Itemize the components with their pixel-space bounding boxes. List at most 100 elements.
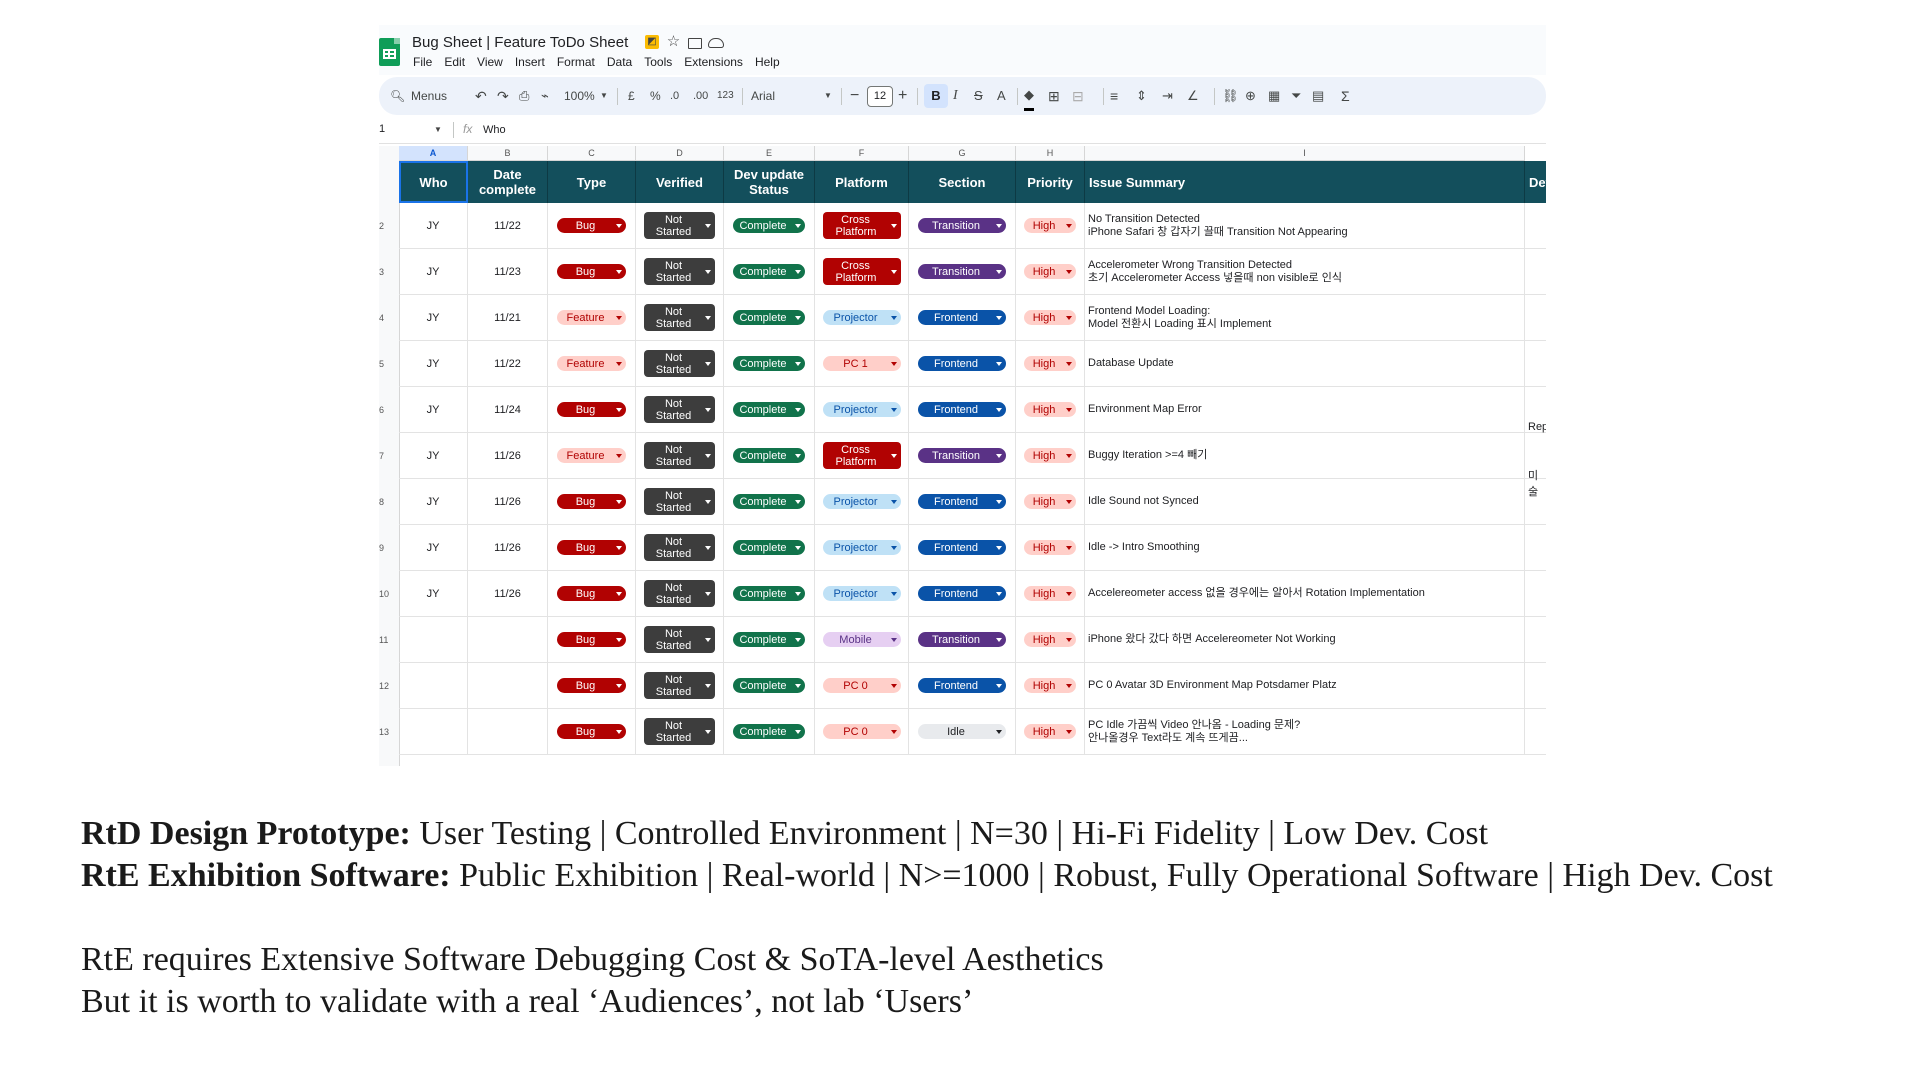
verified-chip[interactable]: Not Started <box>644 718 715 745</box>
platform-chip[interactable]: Projector <box>822 402 901 417</box>
type-chip[interactable]: Feature <box>557 356 626 371</box>
fill-color-icon[interactable]: ◆ <box>1024 82 1034 111</box>
zoom-dropdown-icon[interactable]: ▼ <box>600 77 608 115</box>
menu-insert[interactable]: Insert <box>515 55 545 69</box>
type-chip[interactable]: Bug <box>557 402 626 417</box>
increase-font-size-icon[interactable]: + <box>898 77 907 115</box>
text-rotation-icon[interactable]: ∠ <box>1187 77 1199 115</box>
font-dropdown-icon[interactable]: ▼ <box>824 77 832 115</box>
verified-chip[interactable]: Not Started <box>644 212 715 239</box>
cell-issue-summary[interactable]: Environment Map Error <box>1085 387 1525 432</box>
font-size-input[interactable]: 12 <box>867 86 893 107</box>
column-header-i[interactable]: I <box>1085 146 1525 161</box>
cell-details[interactable] <box>1525 663 1546 708</box>
cell-date-complete[interactable]: 11/23 <box>468 249 548 294</box>
cell-who[interactable]: JY <box>399 203 468 248</box>
header-dev-update-status[interactable]: Dev update Status <box>724 161 815 203</box>
cell-issue-summary[interactable]: iPhone 왔다 갔다 하면 Accelereometer Not Worki… <box>1085 617 1525 662</box>
cell-who[interactable]: JY <box>399 571 468 616</box>
star-icon[interactable]: ☆ <box>665 33 682 50</box>
filter-icon[interactable]: ⏷ <box>1291 77 1301 115</box>
verified-chip[interactable]: Not Started <box>644 672 715 699</box>
priority-chip[interactable]: High <box>1024 402 1076 417</box>
cell-date-complete[interactable]: 11/26 <box>468 571 548 616</box>
search-menus-button[interactable]: Menus <box>411 77 447 115</box>
platform-chip[interactable]: Projector <box>822 586 901 601</box>
header-section[interactable]: Section <box>909 161 1016 203</box>
section-chip[interactable]: Frontend <box>918 678 1006 693</box>
cell-who[interactable] <box>399 709 468 754</box>
platform-chip[interactable]: PC 1 <box>822 356 901 371</box>
priority-chip[interactable]: High <box>1024 448 1076 463</box>
text-wrapping-icon[interactable]: ⇥ <box>1162 77 1173 115</box>
dev-status-chip[interactable]: Complete <box>733 218 805 233</box>
increase-decimal-button[interactable]: .00 <box>693 77 708 115</box>
row-number[interactable]: 4 <box>379 313 393 323</box>
cell-issue-summary[interactable]: Idle Sound not Synced <box>1085 479 1525 524</box>
section-chip[interactable]: Frontend <box>918 586 1006 601</box>
column-header-f[interactable]: F <box>815 146 909 161</box>
row-number[interactable]: 6 <box>379 405 393 415</box>
row-number[interactable]: 10 <box>379 589 393 599</box>
platform-chip[interactable]: Mobile <box>822 632 901 647</box>
cell-issue-summary[interactable]: Idle -> Intro Smoothing <box>1085 525 1525 570</box>
priority-chip[interactable]: High <box>1024 310 1076 325</box>
type-chip[interactable]: Bug <box>557 218 626 233</box>
menu-view[interactable]: View <box>477 55 503 69</box>
header-verified[interactable]: Verified <box>636 161 724 203</box>
undo-icon[interactable]: ↶ <box>475 77 487 115</box>
verified-chip[interactable]: Not Started <box>644 396 715 423</box>
type-chip[interactable]: Bug <box>557 678 626 693</box>
platform-chip[interactable]: PC 0 <box>822 678 901 693</box>
cell-date-complete[interactable] <box>468 617 548 662</box>
menu-edit[interactable]: Edit <box>444 55 465 69</box>
cell-who[interactable]: JY <box>399 249 468 294</box>
column-header-e[interactable]: E <box>724 146 815 161</box>
sheets-logo-icon[interactable] <box>379 38 400 66</box>
print-icon[interactable]: ⎙ <box>519 77 529 115</box>
cell-details[interactable] <box>1525 571 1546 616</box>
row-number[interactable]: 12 <box>379 681 393 691</box>
cell-issue-summary[interactable]: No Transition Detected iPhone Safari 창 갑자… <box>1085 203 1525 248</box>
menu-data[interactable]: Data <box>607 55 632 69</box>
dev-status-chip[interactable]: Complete <box>733 494 805 509</box>
name-box[interactable]: 1 <box>379 123 385 135</box>
verified-chip[interactable]: Not Started <box>644 350 715 377</box>
filter-views-icon[interactable]: ▤ <box>1312 77 1324 115</box>
platform-chip[interactable]: Cross Platform <box>822 442 901 469</box>
verified-chip[interactable]: Not Started <box>644 580 715 607</box>
priority-chip[interactable]: High <box>1024 632 1076 647</box>
type-chip[interactable]: Bug <box>557 540 626 555</box>
verified-chip[interactable]: Not Started <box>644 626 715 653</box>
column-header-a[interactable]: A <box>399 146 468 161</box>
insert-comment-icon[interactable]: ⊕ <box>1245 77 1256 115</box>
cell-date-complete[interactable]: 11/26 <box>468 525 548 570</box>
row-number[interactable]: 5 <box>379 359 393 369</box>
cell-issue-summary[interactable]: Buggy Iteration >=4 빼기 <box>1085 433 1525 478</box>
menu-extensions[interactable]: Extensions <box>684 55 743 69</box>
dev-status-chip[interactable]: Complete <box>733 448 805 463</box>
text-color-button[interactable]: A <box>997 77 1006 115</box>
cell-details[interactable] <box>1525 341 1546 386</box>
cell-who[interactable] <box>399 617 468 662</box>
header-issue-summary[interactable]: Issue Summary <box>1085 161 1525 203</box>
priority-chip[interactable]: High <box>1024 218 1076 233</box>
header-who[interactable]: Who <box>399 161 468 203</box>
cell-issue-summary[interactable]: Accelereometer access 없을 경우에는 알아서 Rotati… <box>1085 571 1525 616</box>
platform-chip[interactable]: PC 0 <box>822 724 901 739</box>
menu-tools[interactable]: Tools <box>644 55 672 69</box>
cell-issue-summary[interactable]: Frontend Model Loading: Model 전환시 Loading… <box>1085 295 1525 340</box>
redo-icon[interactable]: ↷ <box>497 77 509 115</box>
type-chip[interactable]: Bug <box>557 724 626 739</box>
type-chip[interactable]: Bug <box>557 586 626 601</box>
row-number[interactable]: 13 <box>379 727 393 737</box>
cell-date-complete[interactable]: 11/21 <box>468 295 548 340</box>
menu-format[interactable]: Format <box>557 55 595 69</box>
vertical-align-icon[interactable]: ⇕ <box>1136 77 1147 115</box>
priority-chip[interactable]: High <box>1024 540 1076 555</box>
menu-help[interactable]: Help <box>755 55 780 69</box>
cell-who[interactable]: JY <box>399 433 468 478</box>
row-number[interactable]: 8 <box>379 497 393 507</box>
cell-who[interactable]: JY <box>399 387 468 432</box>
cell-who[interactable]: JY <box>399 525 468 570</box>
